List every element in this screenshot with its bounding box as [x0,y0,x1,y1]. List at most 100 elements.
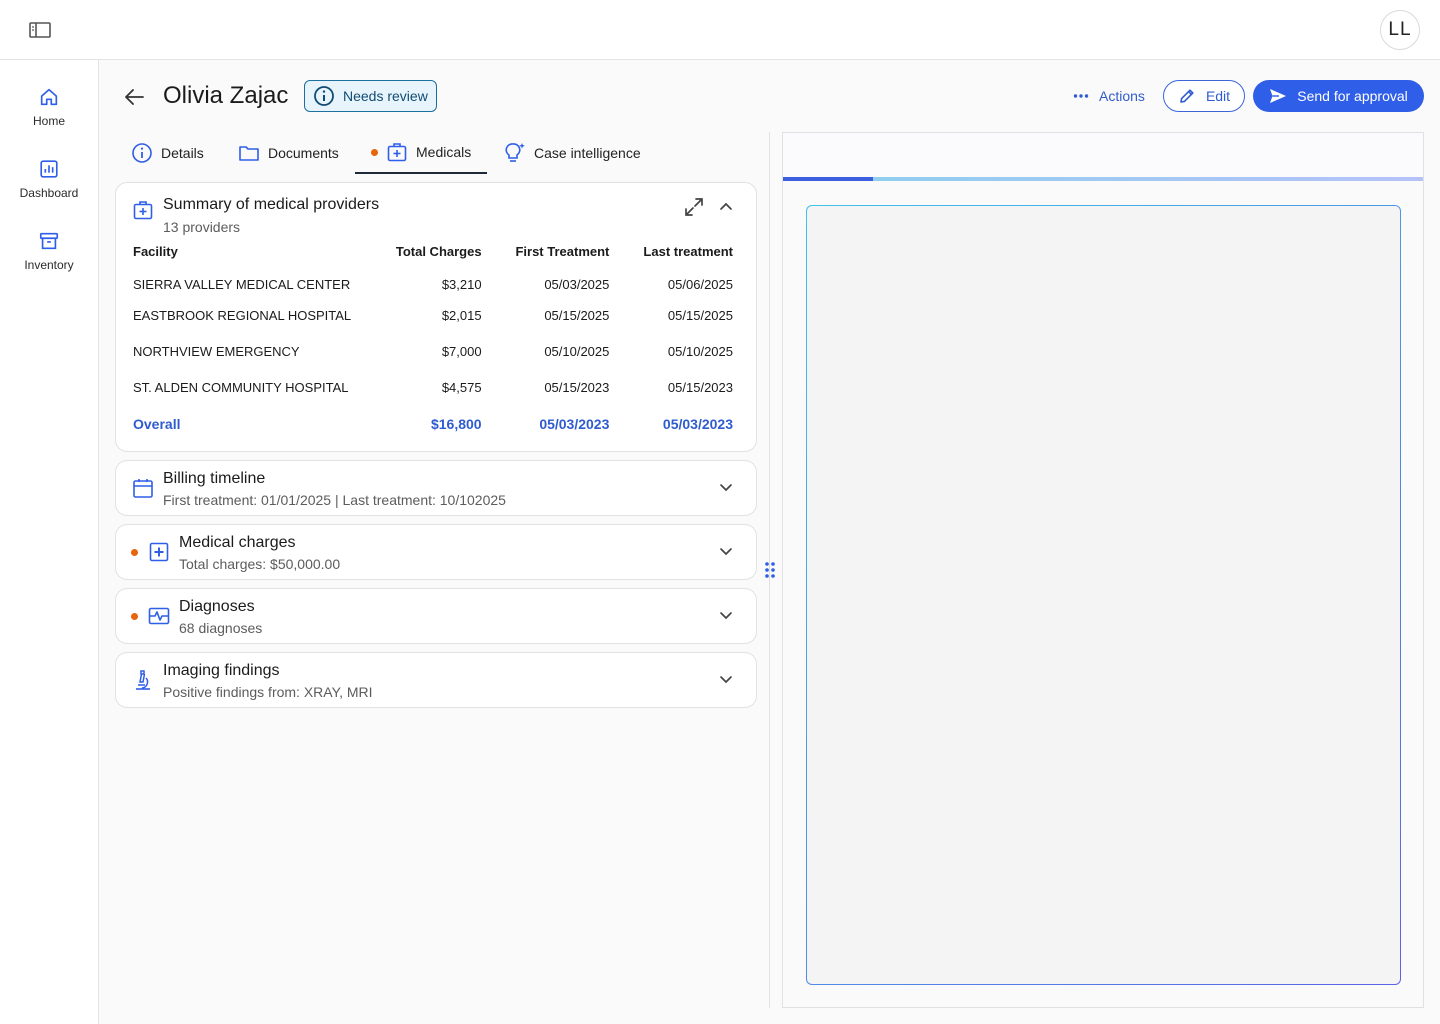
charges-cell: $2,015 [441,307,482,323]
back-arrow-icon[interactable] [123,86,147,108]
chevron-down-icon[interactable] [716,545,736,559]
diagnoses-card[interactable]: Diagnoses 68 diagnoses [115,588,757,644]
last-treatment-cell: 05/06/2025 [667,276,733,292]
providers-summary-card: Summary of medical providers 13 provider… [115,182,757,452]
folder-icon [239,146,259,161]
charges-cell: $7,000 [441,343,482,359]
document-page-placeholder[interactable] [806,205,1401,985]
calendar-icon [133,479,153,498]
actions-label: Actions [1099,88,1145,104]
column-header: Last treatment [643,243,733,259]
column-header: Facility [133,243,178,259]
loading-progress-fill [783,177,873,181]
more-dots-icon [1073,94,1089,98]
nav-item-label: Home [32,114,65,128]
nav-item-dashboard[interactable]: Dashboard [0,158,98,218]
sidebar-toggle-icon[interactable] [28,20,52,40]
actions-button[interactable]: Actions [1073,84,1145,108]
card-title: Billing timeline [163,470,266,487]
medical-plus-icon [149,542,169,562]
send-icon [1270,89,1287,103]
nav-item-inventory[interactable]: Inventory [0,230,98,290]
tab-label: Documents [268,145,339,161]
overall-row: Overall $16,800 05/03/2023 05/03/2023 [133,405,733,443]
chevron-down-icon[interactable] [716,481,736,495]
left-navigation: Home Dashboard Inventory [0,60,99,1024]
charges-cell: $4,575 [441,379,482,395]
card-title: Imaging findings [163,662,280,679]
status-badge-label: Needs review [343,88,428,104]
billing-timeline-card[interactable]: Billing timeline First treatment: 01/01/… [115,460,757,516]
card-title: Medical charges [179,534,296,551]
expand-icon[interactable] [683,196,705,218]
tab-documents[interactable]: Documents [238,132,339,174]
tab-case-intelligence[interactable]: Case intelligence [504,132,641,174]
pencil-icon [1180,89,1194,103]
alert-dot [131,613,138,620]
card-subtitle: 13 providers [163,219,241,235]
document-viewer [782,132,1424,1008]
medical-charges-card[interactable]: Medical charges Total charges: $50,000.0… [115,524,757,580]
edit-button[interactable]: Edit [1163,80,1245,112]
overall-last-treatment: 05/03/2023 [662,416,733,432]
send-for-approval-button[interactable]: Send for approval [1253,80,1424,112]
lightbulb-sparkle-icon [505,143,525,162]
facility-cell: EASTBROOK REGIONAL HOSPITAL [133,307,352,323]
facility-cell: ST. ALDEN COMMUNITY HOSPITAL [133,379,349,395]
column-header: First Treatment [515,243,610,259]
column-header: Total Charges [395,243,482,259]
alert-dot [131,549,138,556]
chevron-up-icon[interactable] [716,199,736,213]
card-subtitle: Total charges: $50,000.00 [179,556,341,572]
chevron-down-icon[interactable] [716,609,736,623]
microscope-icon [136,670,150,690]
first-treatment-cell: 05/15/2023 [544,379,610,395]
medical-case-icon [387,143,407,162]
facility-cell: SIERRA VALLEY MEDICAL CENTER [133,276,351,292]
tab-label: Case intelligence [534,145,641,161]
nav-item-label: Dashboard [19,186,79,200]
overall-first-treatment: 05/03/2023 [539,416,610,432]
loading-progress-track [783,177,1423,181]
edit-label: Edit [1205,88,1231,104]
table-row[interactable]: NORTHVIEW EMERGENCY $7,000 05/10/2025 05… [133,333,733,369]
charges-cell: $3,210 [441,276,482,292]
card-subtitle: First treatment: 01/01/2025 | Last treat… [163,492,506,508]
table-row[interactable]: SIERRA VALLEY MEDICAL CENTER $3,210 05/0… [133,261,733,297]
nav-item-home[interactable]: Home [0,86,98,146]
imaging-findings-card[interactable]: Imaging findings Positive findings from:… [115,652,757,708]
card-title: Summary of medical providers [163,196,380,213]
top-bar: LL [0,0,1440,60]
tab-label: Details [161,145,204,161]
nav-item-label: Inventory [24,258,74,272]
first-treatment-cell: 05/10/2025 [544,343,610,359]
send-label: Send for approval [1297,88,1408,104]
card-title: Diagnoses [179,598,255,615]
chevron-down-icon[interactable] [716,673,736,687]
tab-label: Medicals [416,144,472,160]
alert-dot [371,148,378,156]
table-row[interactable]: ST. ALDEN COMMUNITY HOSPITAL $4,575 05/1… [133,369,733,405]
tab-details[interactable]: Details [131,132,204,174]
overall-label: Overall [133,416,181,432]
overall-charges: $16,800 [430,416,482,432]
card-subtitle: 68 diagnoses [179,620,263,636]
chart-icon [40,160,58,178]
first-treatment-cell: 05/03/2025 [544,276,610,292]
viewer-toolbar [783,133,1423,177]
archive-icon [39,232,59,250]
facility-cell: NORTHVIEW EMERGENCY [133,343,300,359]
tab-medicals[interactable]: Medicals [355,132,488,174]
providers-table: Facility Total Charges First Treatment L… [133,241,733,443]
avatar[interactable]: LL [1380,10,1420,50]
page-header: Olivia Zajac Needs review Actions Edit S… [99,60,1440,132]
drag-handle-icon[interactable] [763,560,777,580]
info-icon [314,86,334,106]
info-icon [132,143,152,163]
vitals-icon [148,607,170,625]
table-header-row: Facility Total Charges First Treatment L… [133,241,733,261]
tab-bar: Details Documents Medicals Case intellig… [115,132,755,174]
table-row[interactable]: EASTBROOK REGIONAL HOSPITAL $2,015 05/15… [133,297,733,333]
last-treatment-cell: 05/15/2025 [667,307,733,323]
status-badge[interactable]: Needs review [304,80,437,112]
